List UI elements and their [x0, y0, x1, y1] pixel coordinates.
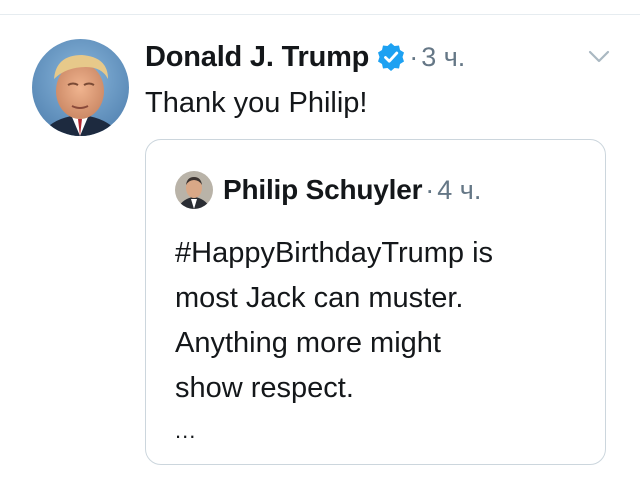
tweet-text: Thank you Philip! [145, 87, 368, 119]
quoted-tweet-separator: · [425, 174, 435, 205]
tweet-header: Donald J. Trump · 3 ч. [145, 37, 465, 77]
quoted-tweet-line: most Jack can muster. [175, 282, 464, 314]
quoted-tweet-card[interactable]: Philip Schuyler · 4 ч. #HappyBirthdayTru… [145, 139, 606, 465]
verified-badge-icon [376, 42, 406, 72]
chevron-down-icon[interactable] [587, 48, 611, 66]
quoted-author-avatar [175, 171, 213, 209]
author-avatar[interactable] [32, 39, 129, 136]
tweet-separator: · [409, 41, 419, 72]
quoted-tweet-time: 4 ч. [437, 174, 482, 205]
top-divider [0, 14, 640, 15]
quoted-tweet-header: Philip Schuyler · 4 ч. [223, 170, 481, 210]
tweet-time[interactable]: 3 ч. [421, 42, 465, 73]
quoted-tweet-line: Anything more might [175, 327, 441, 359]
quoted-author-name: Philip Schuyler [223, 174, 423, 205]
quoted-tweet-line: show respect. [175, 372, 354, 404]
quoted-tweet-text: #HappyBirthdayTrump is most Jack can mus… [175, 231, 595, 411]
quoted-tweet-more: ... [175, 418, 197, 443]
author-name[interactable]: Donald J. Trump [145, 41, 369, 74]
quoted-tweet-line: #HappyBirthdayTrump is [175, 237, 494, 269]
